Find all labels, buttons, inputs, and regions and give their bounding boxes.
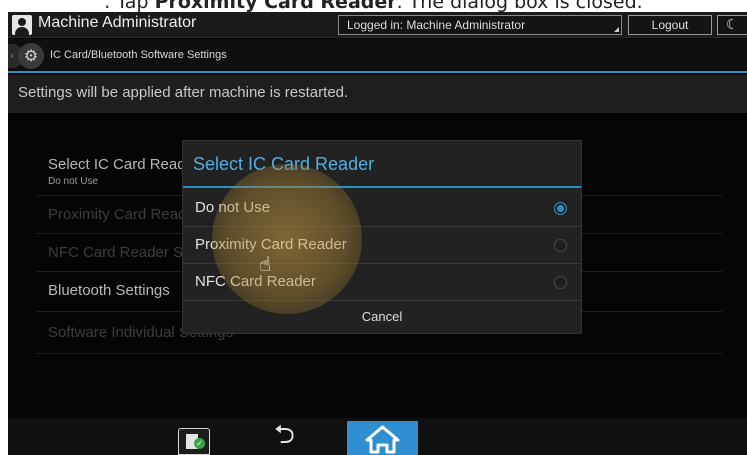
hand-pointer-icon: ☝	[259, 252, 272, 276]
back-arrow-icon[interactable]: ⮌	[274, 421, 295, 449]
logged-in-text: Logged in: Machine Administrator	[347, 18, 526, 32]
cancel-button[interactable]: Cancel	[183, 301, 581, 333]
list-item-sub: Do not Use	[48, 176, 99, 187]
page-title: IC Card/Bluetooth Software Settings	[50, 49, 227, 61]
option-label: NFC Card Reader	[195, 273, 316, 290]
option-proximity-card-reader[interactable]: Proximity Card Reader	[183, 227, 581, 264]
expand-corner-icon	[614, 27, 619, 32]
device-screen: Machine Administrator Logged in: Machine…	[8, 12, 747, 455]
restart-notice-text: Settings will be applied after machine i…	[18, 84, 349, 101]
dialog-title-bar: Select IC Card Reader	[183, 141, 581, 188]
option-label: Proximity Card Reader	[195, 236, 347, 253]
option-label: Do not Use	[195, 199, 271, 216]
bottom-bar: ✓ ⮌	[8, 418, 747, 455]
moon-icon[interactable]: ☾	[717, 15, 747, 35]
option-do-not-use[interactable]: Do not Use	[183, 190, 581, 227]
select-ic-card-reader-dialog: Select IC Card Reader Do not Use Proximi…	[182, 140, 582, 334]
user-icon	[12, 15, 32, 35]
logged-in-status[interactable]: Logged in: Machine Administrator	[338, 15, 622, 35]
option-nfc-card-reader[interactable]: NFC Card Reader	[183, 264, 581, 301]
gear-icon: ⚙	[18, 43, 44, 69]
title-bar: Machine Administrator Logged in: Machine…	[8, 12, 747, 38]
settings-header: ‹ ⚙ IC Card/Bluetooth Software Settings	[8, 39, 747, 73]
home-icon	[365, 425, 400, 454]
list-item-label: Proximity Card Reader	[48, 206, 200, 223]
home-button[interactable]	[347, 421, 418, 455]
dialog-title: Select IC Card Reader	[193, 154, 375, 174]
radio-unselected-icon[interactable]	[554, 276, 567, 289]
list-item-label: Select IC Card Reader	[48, 156, 199, 173]
window-title: Machine Administrator	[38, 14, 197, 31]
logout-button[interactable]: Logout	[628, 15, 712, 35]
restart-notice: Settings will be applied after machine i…	[8, 75, 747, 113]
radio-selected-icon[interactable]	[554, 202, 567, 215]
radio-unselected-icon[interactable]	[554, 239, 567, 252]
card-check-icon[interactable]: ✓	[178, 428, 210, 455]
list-item-label: Bluetooth Settings	[48, 282, 170, 299]
